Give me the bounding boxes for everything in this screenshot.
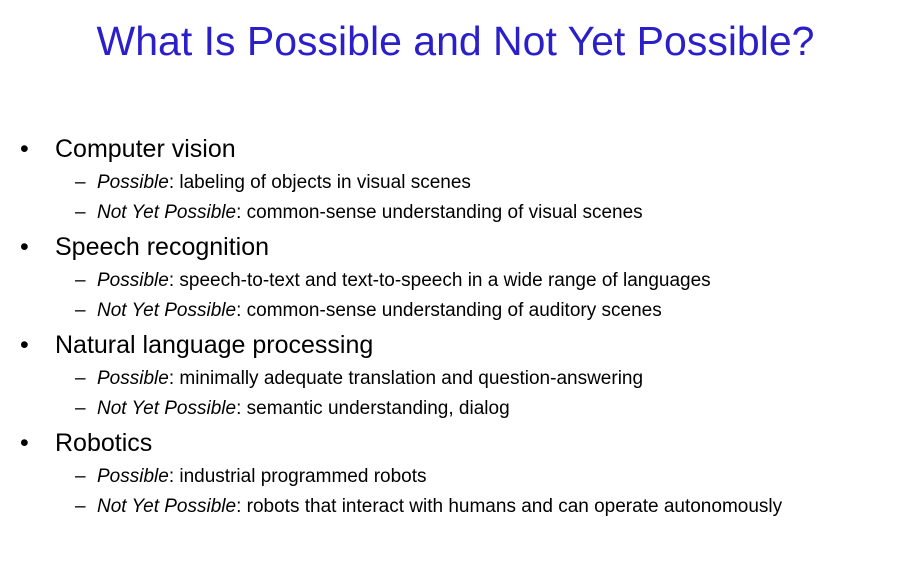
- bullet-section-natural-language-processing: • Natural language processing – Possible…: [0, 327, 911, 425]
- sub-bullet-text: Possible: industrial programmed robots: [97, 465, 887, 489]
- section-heading: Speech recognition: [55, 233, 270, 261]
- possible-text: : labeling of objects in visual scenes: [168, 172, 471, 193]
- possible-label: Possible: [97, 270, 169, 291]
- dash-marker: –: [75, 270, 86, 291]
- sub-bullet-not-yet-possible: – Not Yet Possible: robots that interact…: [0, 493, 911, 549]
- dash-marker: –: [75, 300, 86, 321]
- sub-bullet-possible: – Possible: industrial programmed robots: [0, 463, 911, 493]
- possible-text: : industrial programmed robots: [168, 466, 427, 487]
- bullet-section-robotics: • Robotics – Possible: industrial progra…: [0, 425, 911, 549]
- section-heading: Natural language processing: [55, 331, 374, 359]
- dash-marker: –: [75, 496, 86, 517]
- slide: What Is Possible and Not Yet Possible? •…: [0, 0, 911, 583]
- bullet-level1: • Natural language processing: [0, 327, 911, 365]
- not-yet-label: Not Yet Possible: [97, 300, 237, 321]
- sub-bullet-possible: – Possible: labeling of objects in visua…: [0, 169, 911, 199]
- sub-bullet-possible: – Possible: speech-to-text and text-to-s…: [0, 267, 911, 297]
- sub-bullet-text: Not Yet Possible: semantic understanding…: [97, 397, 887, 421]
- dash-marker: –: [75, 368, 86, 389]
- not-yet-text: : common-sense understanding of visual s…: [236, 202, 643, 223]
- dash-marker: –: [75, 398, 86, 419]
- sub-bullet-text: Not Yet Possible: robots that interact w…: [97, 495, 817, 519]
- dash-marker: –: [75, 466, 86, 487]
- not-yet-text: : semantic understanding, dialog: [236, 398, 510, 419]
- sub-bullet-possible: – Possible: minimally adequate translati…: [0, 365, 911, 395]
- bullet-dot: •: [20, 429, 29, 457]
- possible-label: Possible: [97, 466, 169, 487]
- not-yet-label: Not Yet Possible: [97, 496, 237, 517]
- bullet-level1: • Speech recognition: [0, 229, 911, 267]
- not-yet-label: Not Yet Possible: [97, 202, 237, 223]
- bullet-dot: •: [20, 331, 29, 359]
- dash-marker: –: [75, 202, 86, 223]
- sub-bullet-text: Possible: minimally adequate translation…: [97, 367, 887, 391]
- possible-text: : minimally adequate translation and que…: [168, 368, 644, 389]
- not-yet-label: Not Yet Possible: [97, 398, 237, 419]
- slide-title: What Is Possible and Not Yet Possible?: [96, 18, 815, 64]
- sub-bullet-not-yet-possible: – Not Yet Possible: semantic understandi…: [0, 395, 911, 425]
- section-heading: Computer vision: [55, 135, 236, 163]
- sub-bullet-not-yet-possible: – Not Yet Possible: common-sense underst…: [0, 199, 911, 229]
- sub-bullet-text: Possible: speech-to-text and text-to-spe…: [97, 269, 887, 293]
- section-heading: Robotics: [55, 429, 153, 457]
- bullet-dot: •: [20, 135, 29, 163]
- sub-bullet-not-yet-possible: – Not Yet Possible: common-sense underst…: [0, 297, 911, 327]
- not-yet-text: : common-sense understanding of auditory…: [236, 300, 662, 321]
- bullet-list: • Computer vision – Possible: labeling o…: [0, 131, 911, 549]
- sub-bullet-text: Not Yet Possible: common-sense understan…: [97, 201, 887, 225]
- bullet-section-computer-vision: • Computer vision – Possible: labeling o…: [0, 131, 911, 229]
- bullet-level1: • Robotics: [0, 425, 911, 463]
- dash-marker: –: [75, 172, 86, 193]
- not-yet-text: : robots that interact with humans and c…: [236, 496, 783, 517]
- possible-label: Possible: [97, 368, 169, 389]
- bullet-level1: • Computer vision: [0, 131, 911, 169]
- possible-text: : speech-to-text and text-to-speech in a…: [168, 270, 711, 291]
- sub-bullet-text: Not Yet Possible: common-sense understan…: [97, 299, 887, 323]
- possible-label: Possible: [97, 172, 169, 193]
- bullet-dot: •: [20, 233, 29, 261]
- bullet-section-speech-recognition: • Speech recognition – Possible: speech-…: [0, 229, 911, 327]
- sub-bullet-text: Possible: labeling of objects in visual …: [97, 171, 887, 195]
